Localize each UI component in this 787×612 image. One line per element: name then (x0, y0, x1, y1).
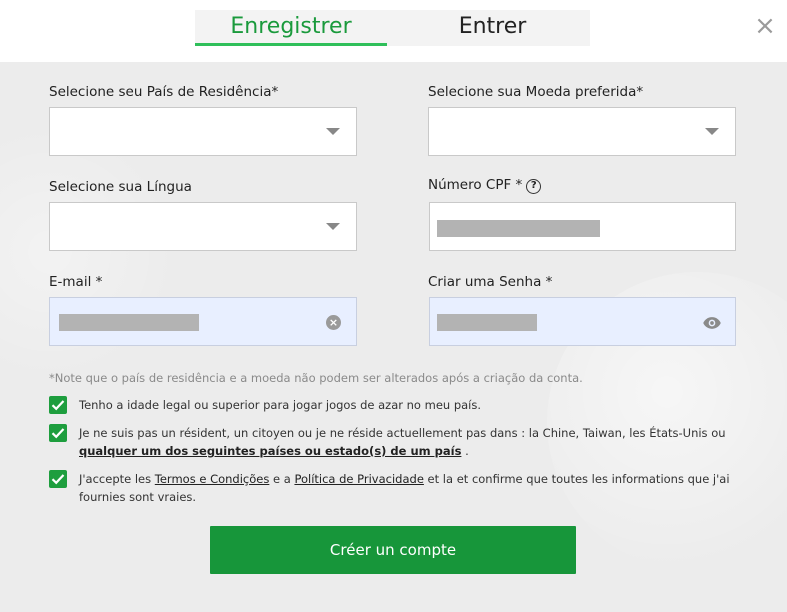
password-label: Criar uma Senha * (428, 274, 553, 290)
currency-select[interactable] (428, 107, 736, 156)
checkmark-icon (51, 400, 65, 411)
redacted-value (437, 314, 537, 331)
eye-icon[interactable] (702, 313, 722, 333)
country-select[interactable] (49, 107, 357, 156)
tab-login[interactable]: Entrer (395, 10, 590, 46)
tab-login-label: Entrer (458, 14, 527, 39)
country-label: Selecione seu País de Residência* (49, 84, 279, 100)
terms-middle: e a (269, 472, 295, 486)
terms-prefix: J'accepte les (79, 472, 155, 486)
email-label: E-mail * (49, 274, 103, 290)
password-input[interactable] (429, 297, 736, 346)
chevron-down-icon (705, 128, 719, 135)
age-checkbox-label: Tenho a idade legal ou superior para jog… (79, 398, 482, 412)
language-label: Selecione sua Língua (49, 179, 192, 195)
age-checkbox[interactable] (49, 396, 67, 414)
tab-register-label: Enregistrer (230, 14, 352, 39)
residency-checkbox[interactable] (49, 424, 67, 442)
terms-checkbox[interactable] (49, 470, 67, 488)
chevron-down-icon (326, 223, 340, 230)
language-select[interactable] (49, 202, 357, 251)
registration-form: Selecione seu País de Residência* Seleci… (0, 62, 787, 612)
restricted-countries-link[interactable]: qualquer um dos seguintes países ou esta… (79, 444, 461, 458)
terms-checkbox-label: J'accepte les Termos e Condições e a Pol… (79, 470, 749, 506)
terms-link[interactable]: Termos e Condições (155, 472, 270, 486)
cpf-input[interactable] (429, 202, 736, 251)
form-note: *Note que o país de residência e a moeda… (49, 371, 583, 385)
redacted-value (437, 220, 600, 237)
currency-label: Selecione sua Moeda preferida* (428, 84, 644, 100)
email-input[interactable]: × (49, 297, 357, 346)
tab-register[interactable]: Enregistrer (195, 10, 387, 46)
modal-header: Enregistrer Entrer × (0, 0, 787, 62)
residency-text: Je ne suis pas un résident, un citoyen o… (79, 426, 726, 440)
residency-suffix: . (461, 444, 469, 458)
checkmark-icon (51, 428, 65, 439)
clear-icon[interactable]: × (326, 315, 341, 330)
residency-checkbox-label: Je ne suis pas un résident, un citoyen o… (79, 424, 749, 460)
redacted-value (59, 314, 199, 331)
privacy-link[interactable]: Política de Privacidade (294, 472, 423, 486)
chevron-down-icon (326, 128, 340, 135)
cpf-label: Número CPF *? (428, 177, 542, 194)
active-tab-indicator (195, 43, 387, 46)
help-icon[interactable]: ? (526, 179, 542, 194)
close-icon[interactable]: × (754, 13, 776, 39)
auth-tabs: Enregistrer Entrer (195, 10, 590, 46)
checkmark-icon (51, 474, 65, 485)
create-account-button[interactable]: Créer un compte (210, 526, 576, 574)
cpf-label-text: Número CPF * (428, 177, 523, 193)
